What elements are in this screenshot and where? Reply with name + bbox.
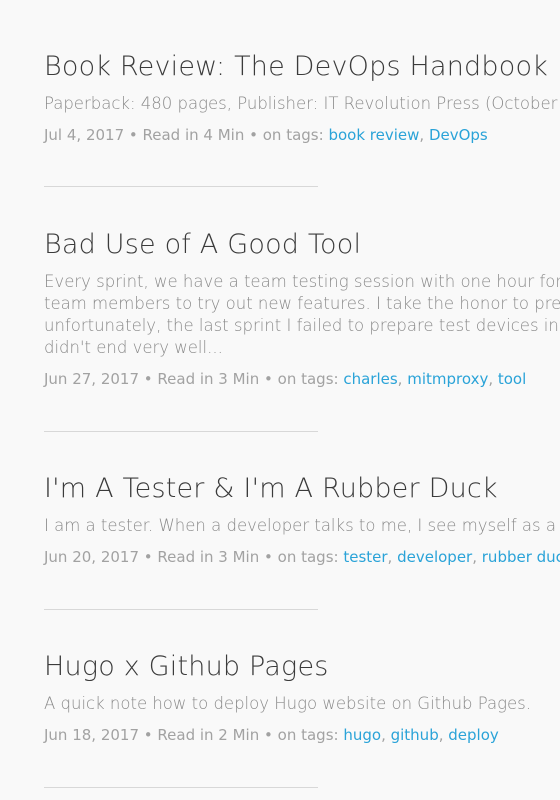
post-date: Jun 27, 2017: [44, 370, 140, 388]
post-title[interactable]: I'm A Tester & I'm A Rubber Duck: [44, 471, 560, 507]
tag-separator: ,: [397, 370, 408, 388]
meta-separator: •: [139, 548, 158, 566]
post-title[interactable]: Hugo x Github Pages: [44, 649, 560, 685]
post-divider: [44, 431, 318, 432]
tags-prefix: on tags:: [277, 726, 339, 744]
meta-separator: •: [259, 370, 278, 388]
post-meta: Jul 4, 2017 • Read in 4 Min • on tags: b…: [44, 124, 560, 146]
post-title[interactable]: Book Review: The DevOps Handbook: [44, 49, 560, 85]
post-meta: Jun 18, 2017 • Read in 2 Min • on tags: …: [44, 724, 560, 746]
tag-link[interactable]: DevOps: [429, 126, 488, 144]
post-date: Jul 4, 2017: [44, 126, 125, 144]
tag-link[interactable]: deploy: [448, 726, 499, 744]
post-item: Hugo x Github Pages A quick note how to …: [44, 649, 560, 746]
read-time: Read in 3 Min: [157, 370, 260, 388]
meta-separator: •: [124, 126, 143, 144]
tag-link[interactable]: charles: [343, 370, 397, 388]
tag-link[interactable]: book review: [328, 126, 419, 144]
post-divider: [44, 787, 318, 788]
post-item: Bad Use of A Good Tool Every sprint, we …: [44, 227, 560, 390]
post-date: Jun 18, 2017: [44, 726, 140, 744]
meta-separator: •: [244, 126, 263, 144]
tag-link[interactable]: tester: [343, 548, 387, 566]
tag-separator: ,: [488, 370, 498, 388]
post-date: Jun 20, 2017: [44, 548, 140, 566]
meta-separator: •: [139, 370, 158, 388]
post-excerpt: A quick note how to deploy Hugo website …: [44, 694, 531, 713]
read-time: Read in 3 Min: [157, 548, 260, 566]
post-excerpt: Every sprint, we have a team testing ses…: [44, 272, 560, 357]
tag-link[interactable]: github: [391, 726, 439, 744]
post-meta: Jun 20, 2017 • Read in 3 Min • on tags: …: [44, 546, 560, 568]
tag-separator: ,: [438, 726, 449, 744]
meta-separator: •: [259, 726, 278, 744]
post-item: Book Review: The DevOps Handbook Paperba…: [44, 49, 560, 146]
post-divider: [44, 186, 318, 187]
tags-prefix: on tags:: [277, 548, 339, 566]
post-item: I'm A Tester & I'm A Rubber Duck I am a …: [44, 471, 560, 568]
post-excerpt: Paperback: 480 pages, Publisher: IT Revo…: [44, 94, 560, 113]
tag-separator: ,: [381, 726, 391, 744]
tag-separator: ,: [419, 126, 429, 144]
post-feed: Book Review: The DevOps Handbook Paperba…: [0, 0, 560, 800]
tag-link[interactable]: rubber duck: [482, 548, 560, 566]
tag-link[interactable]: hugo: [343, 726, 381, 744]
tag-separator: ,: [472, 548, 482, 566]
tag-link[interactable]: developer: [397, 548, 472, 566]
tags-prefix: on tags:: [262, 126, 324, 144]
tag-link[interactable]: tool: [498, 370, 526, 388]
read-time: Read in 2 Min: [157, 726, 260, 744]
tags-prefix: on tags:: [277, 370, 339, 388]
post-meta: Jun 27, 2017 • Read in 3 Min • on tags: …: [44, 368, 560, 390]
meta-separator: •: [139, 726, 158, 744]
tag-separator: ,: [387, 548, 398, 566]
tag-link[interactable]: mitmproxy: [407, 370, 488, 388]
post-divider: [44, 609, 318, 610]
meta-separator: •: [259, 548, 278, 566]
post-title[interactable]: Bad Use of A Good Tool: [44, 227, 560, 263]
read-time: Read in 4 Min: [142, 126, 245, 144]
post-excerpt: I am a tester. When a developer talks to…: [44, 516, 560, 535]
